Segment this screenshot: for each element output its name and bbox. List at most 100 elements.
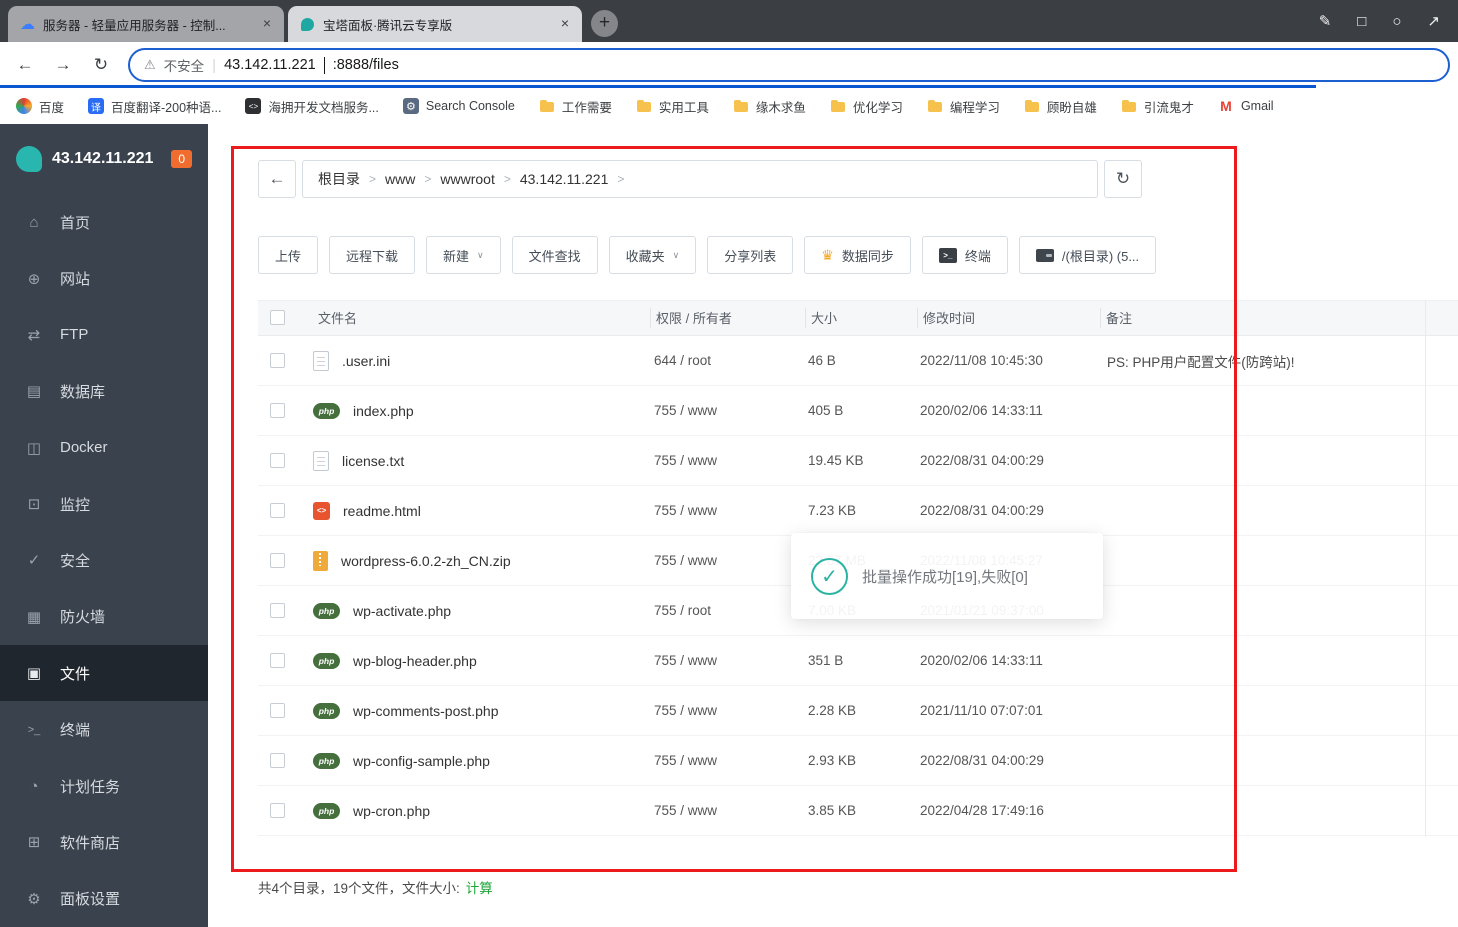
file-name[interactable]: wp-activate.php xyxy=(353,603,451,619)
table-row: wp-comments-post.php 755 / www 2.28 KB 2021… xyxy=(258,686,1458,736)
file-toolbar: 上传 远程下载 新建 ∨ 文件查找 收藏夹 ∨ 分享列表 ♛ 数据同步 终端 /(根目录) (5... xyxy=(258,236,1157,274)
toolbar-remote-download-button[interactable]: 远程下载 xyxy=(329,236,416,274)
file-name[interactable]: wordpress-6.0.2-zh_CN.zip xyxy=(341,553,511,569)
new-tab-button[interactable]: + xyxy=(591,10,618,37)
bookmark-item[interactable]: 工作需要 xyxy=(539,97,612,116)
sidebar-item-label: Docker xyxy=(60,439,108,457)
breadcrumb-item[interactable]: www xyxy=(385,171,415,187)
sidebar-item-home[interactable]: ⌂ 首页 xyxy=(0,194,208,250)
toolbar-data-sync-button[interactable]: ♛ 数据同步 xyxy=(804,236,911,274)
bookmark-item[interactable]: 译百度翻译-200种语... xyxy=(88,97,221,116)
toolbar-favorites-button[interactable]: 收藏夹 ∨ xyxy=(608,236,697,274)
table-row: wp-blog-header.php 755 / www 351 B 2020/02/… xyxy=(258,636,1458,686)
row-checkbox[interactable] xyxy=(270,553,285,568)
bookmark-item[interactable]: 百度 xyxy=(16,97,64,116)
toolbar-share-list-button[interactable]: 分享列表 xyxy=(707,236,794,274)
sidebar-item-label: 防火墙 xyxy=(60,609,106,627)
refresh-directory-button[interactable]: ↻ xyxy=(1104,160,1142,198)
sidebar-item-files[interactable]: ▣ 文件 xyxy=(0,645,208,702)
table-right-divider xyxy=(1425,300,1426,837)
file-permissions: 755 / www xyxy=(654,653,718,668)
select-all-checkbox[interactable] xyxy=(270,310,285,326)
close-tab-icon[interactable]: × xyxy=(258,15,276,33)
row-checkbox[interactable] xyxy=(270,753,285,768)
file-size: 19.45 KB xyxy=(808,453,864,468)
file-name[interactable]: wp-cron.php xyxy=(353,803,430,819)
folder-icon xyxy=(830,98,846,114)
bookmark-item[interactable]: M Gmail xyxy=(1218,98,1274,114)
sidebar-item-database[interactable]: ▤ 数据库 xyxy=(0,363,208,419)
bookmark-item[interactable]: ⚙ Search Console xyxy=(402,98,515,114)
checkbox-cell xyxy=(258,653,313,668)
address-bar[interactable]: ⚠ 不安全 | 43.142.11.221 :8888/files xyxy=(128,48,1450,82)
bookmark-item[interactable]: 引流鬼才 xyxy=(1121,97,1194,116)
back-icon[interactable]: ← xyxy=(8,48,42,82)
toolbar-file-search-button[interactable]: 文件查找 xyxy=(511,236,598,274)
file-name[interactable]: wp-blog-header.php xyxy=(353,653,477,669)
security-label: 不安全 xyxy=(163,59,205,74)
sidebar-item-label: 终端 xyxy=(60,722,91,740)
tab-server-console[interactable]: ☁ 服务器 - 轻量应用服务器 - 控制... × xyxy=(8,6,284,42)
row-checkbox[interactable] xyxy=(270,503,285,518)
close-tab-icon[interactable]: × xyxy=(556,15,574,33)
toolbar-disk-root-button[interactable]: /(根目录) (5... xyxy=(1018,236,1157,274)
tab-bt-panel[interactable]: 宝塔面板·腾讯云专享版 × xyxy=(288,6,582,42)
sidebar-item-appstore[interactable]: ⊞ 软件商店 xyxy=(0,814,208,870)
breadcrumb-item[interactable]: wwwroot xyxy=(440,171,494,187)
back-directory-button[interactable]: ← xyxy=(258,160,296,198)
bookmark-item[interactable]: 编程学习 xyxy=(927,97,1000,116)
message-count-badge[interactable]: 0 xyxy=(171,149,192,168)
bookmark-item[interactable]: 优化学习 xyxy=(830,97,903,116)
compute-size-link[interactable]: 计算 xyxy=(466,877,493,897)
row-checkbox[interactable] xyxy=(270,603,285,618)
bookmark-item[interactable]: 实用工具 xyxy=(636,97,709,116)
docker-icon: ◫ xyxy=(26,439,42,457)
reload-icon[interactable]: ↻ xyxy=(84,48,118,82)
database-icon: ▤ xyxy=(26,383,42,401)
file-name[interactable]: index.php xyxy=(353,403,414,419)
row-checkbox[interactable] xyxy=(270,653,285,668)
pencil-tool-icon[interactable]: ✎ xyxy=(1319,12,1332,30)
header-size: 大小 xyxy=(805,307,917,329)
bookmark-label: 百度翻译-200种语... xyxy=(111,100,222,115)
sidebar-item-terminal[interactable]: >_ 终端 xyxy=(0,701,208,757)
sidebar-item-settings[interactable]: ⚙ 面板设置 xyxy=(0,871,208,927)
filename-cell: wordpress-6.0.2-zh_CN.zip xyxy=(313,550,650,571)
file-name[interactable]: license.txt xyxy=(342,453,404,469)
sidebar-item-monitor[interactable]: ⊡ 监控 xyxy=(0,476,208,532)
breadcrumb-item[interactable]: 根目录 xyxy=(318,169,360,189)
toolbar-new-button[interactable]: 新建 ∨ xyxy=(426,236,501,274)
ellipse-tool-icon[interactable]: ○ xyxy=(1392,13,1401,30)
row-checkbox[interactable] xyxy=(270,803,285,818)
ftp-icon: ⇄ xyxy=(27,326,41,344)
row-checkbox[interactable] xyxy=(270,703,285,718)
sidebar-item-security[interactable]: ✓ 安全 xyxy=(0,532,208,588)
row-checkbox[interactable] xyxy=(270,403,285,418)
sidebar-item-firewall[interactable]: ▦ 防火墙 xyxy=(0,589,208,645)
toolbar-terminal-button[interactable]: 终端 xyxy=(921,236,1008,274)
filename-cell: index.php xyxy=(313,402,650,419)
file-name[interactable]: wp-config-sample.php xyxy=(353,753,490,769)
html-file-icon xyxy=(313,501,330,520)
file-note: PS: PHP用户配置文件(防跨站)! xyxy=(1107,354,1295,370)
bookmark-item[interactable]: <> 海拥开发文档服务... xyxy=(245,97,379,116)
file-name[interactable]: .user.ini xyxy=(342,353,390,369)
sidebar-item-ftp[interactable]: ⇄ FTP xyxy=(0,307,208,363)
sidebar-item-cron[interactable]: ◔ 计划任务 xyxy=(0,758,208,814)
arrow-tool-icon[interactable]: ↗ xyxy=(1427,12,1440,30)
sidebar-item-label: 软件商店 xyxy=(60,834,121,852)
bookmark-item[interactable]: 顾盼自雄 xyxy=(1024,97,1097,116)
file-name[interactable]: wp-comments-post.php xyxy=(353,703,499,719)
row-checkbox[interactable] xyxy=(270,453,285,468)
toolbar-upload-button[interactable]: 上传 xyxy=(258,236,319,274)
sidebar-item-docker[interactable]: ◫ Docker xyxy=(0,419,208,475)
tencent-cloud-favicon: ☁ xyxy=(20,16,35,33)
rectangle-tool-icon[interactable]: □ xyxy=(1357,13,1366,30)
bookmark-item[interactable]: 缘木求鱼 xyxy=(733,97,806,116)
sidebar-item-website[interactable]: ⊕ 网站 xyxy=(0,250,208,306)
file-name[interactable]: readme.html xyxy=(343,503,421,519)
row-checkbox[interactable] xyxy=(270,353,285,368)
forward-icon[interactable]: → xyxy=(46,48,80,82)
breadcrumb-item[interactable]: 43.142.11.221 xyxy=(520,171,609,187)
server-logo[interactable]: 43.142.11.221 0 xyxy=(0,124,208,194)
